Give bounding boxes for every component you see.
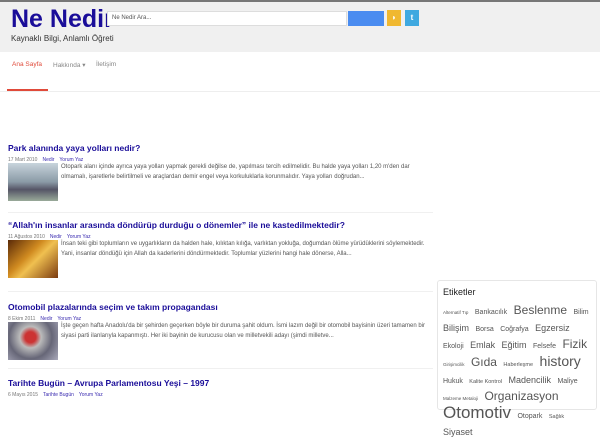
tag-link[interactable]: Haberleşme: [503, 362, 533, 368]
tag-link[interactable]: Girişimcilik: [443, 362, 465, 367]
tag-link[interactable]: Alternatif Tıp: [443, 310, 468, 315]
site-logo[interactable]: Ne Nedir: [11, 5, 114, 34]
tag-link[interactable]: Hukuk: [443, 378, 463, 385]
post-excerpt: İnsan teki gibi toplumların ve uygarlıkl…: [61, 241, 425, 257]
widget-title: Etiketler: [443, 287, 476, 297]
post-title[interactable]: Otomobil plazalarında seçim ve takım pro…: [8, 302, 433, 312]
nav-contact[interactable]: İletişim: [96, 61, 116, 68]
tag-link[interactable]: Emlak: [470, 340, 495, 350]
post-item: Tarihte Bugün – Avrupa Parlamentosu Yeşi…: [8, 378, 433, 408]
post-item: “Allah'ın insanlar arasında döndürüp dur…: [8, 220, 433, 290]
tag-link[interactable]: Egzersiz: [535, 323, 570, 333]
tag-link[interactable]: Siyaset: [443, 427, 473, 437]
post-excerpt: İşte geçen hafta Anadolu'da bir şehirden…: [61, 323, 426, 339]
tag-link[interactable]: Bankacılık: [475, 309, 507, 316]
tags-widget: Etiketler Alternatif Tıp Bankacılık Besl…: [437, 280, 597, 437]
tag-link[interactable]: Felsefe: [533, 343, 556, 350]
tag-link[interactable]: Gıda: [471, 355, 497, 369]
post-title[interactable]: Park alanında yaya yolları nedir?: [8, 143, 433, 153]
tagline: Kaynaklı Bilgi, Anlamlı Öğreti: [11, 34, 114, 43]
tag-link[interactable]: Coğrafya: [500, 326, 528, 333]
rss-icon[interactable]: ◗: [387, 10, 401, 26]
post-item: Otomobil plazalarında seçim ve takım pro…: [8, 302, 433, 372]
tag-link[interactable]: Malzeme Metaloji: [443, 396, 478, 401]
post-date: 6 Mayıs 2015: [8, 392, 39, 398]
search-button[interactable]: [348, 11, 384, 26]
post-comment-link[interactable]: Yorum Yaz: [79, 392, 103, 398]
tag-link[interactable]: Eğitim: [502, 340, 527, 350]
tag-link[interactable]: Beslenme: [514, 303, 567, 317]
post-item: Park alanında yaya yolları nedir? 17 Mar…: [8, 143, 433, 213]
post-title[interactable]: Tarihte Bugün – Avrupa Parlamentosu Yeşi…: [8, 378, 433, 388]
post-thumbnail[interactable]: [8, 163, 58, 201]
post-thumbnail[interactable]: [8, 240, 58, 278]
post-thumbnail[interactable]: [8, 322, 58, 360]
twitter-icon[interactable]: t: [405, 10, 419, 26]
tag-link[interactable]: Fizik: [562, 337, 587, 351]
divider: [8, 212, 433, 213]
post-title[interactable]: “Allah'ın insanlar arasında döndürüp dur…: [8, 220, 433, 230]
tag-link[interactable]: Maliye: [557, 378, 577, 385]
post-category[interactable]: Tarihte Bugün: [43, 392, 74, 398]
tag-link[interactable]: Sağlık: [549, 414, 564, 420]
post-excerpt: Otopark alanı içinde ayrıca yaya yolları…: [61, 164, 410, 180]
tag-link[interactable]: Bilim: [573, 309, 588, 316]
tag-link[interactable]: Borsa: [475, 326, 493, 333]
divider: [8, 368, 433, 369]
tag-link[interactable]: Kalite Kontrol: [469, 379, 502, 385]
tag-link[interactable]: history: [540, 353, 581, 369]
tag-cloud: Alternatif Tıp Bankacılık Beslenme Bilim…: [441, 303, 593, 439]
tag-link[interactable]: Organizasyon: [484, 389, 558, 403]
active-underline: [7, 89, 48, 91]
tag-link[interactable]: Madencilik: [508, 375, 551, 385]
tag-link[interactable]: Ekoloji: [443, 343, 464, 350]
nav-about[interactable]: Hakkında ▾: [53, 61, 86, 69]
search-input[interactable]: Ne Nedir Ara...: [107, 11, 347, 26]
header: Ne Nedir Kaynaklı Bilgi, Anlamlı Öğreti …: [0, 2, 600, 52]
divider: [8, 291, 433, 292]
main-nav: Ana Sayfa Hakkında ▾ İletişim: [0, 52, 600, 92]
tag-link[interactable]: Bilişim: [443, 323, 469, 333]
tag-link[interactable]: Otomotiv: [443, 403, 511, 422]
tag-link[interactable]: Otopark: [517, 413, 542, 420]
nav-home[interactable]: Ana Sayfa: [12, 61, 42, 68]
